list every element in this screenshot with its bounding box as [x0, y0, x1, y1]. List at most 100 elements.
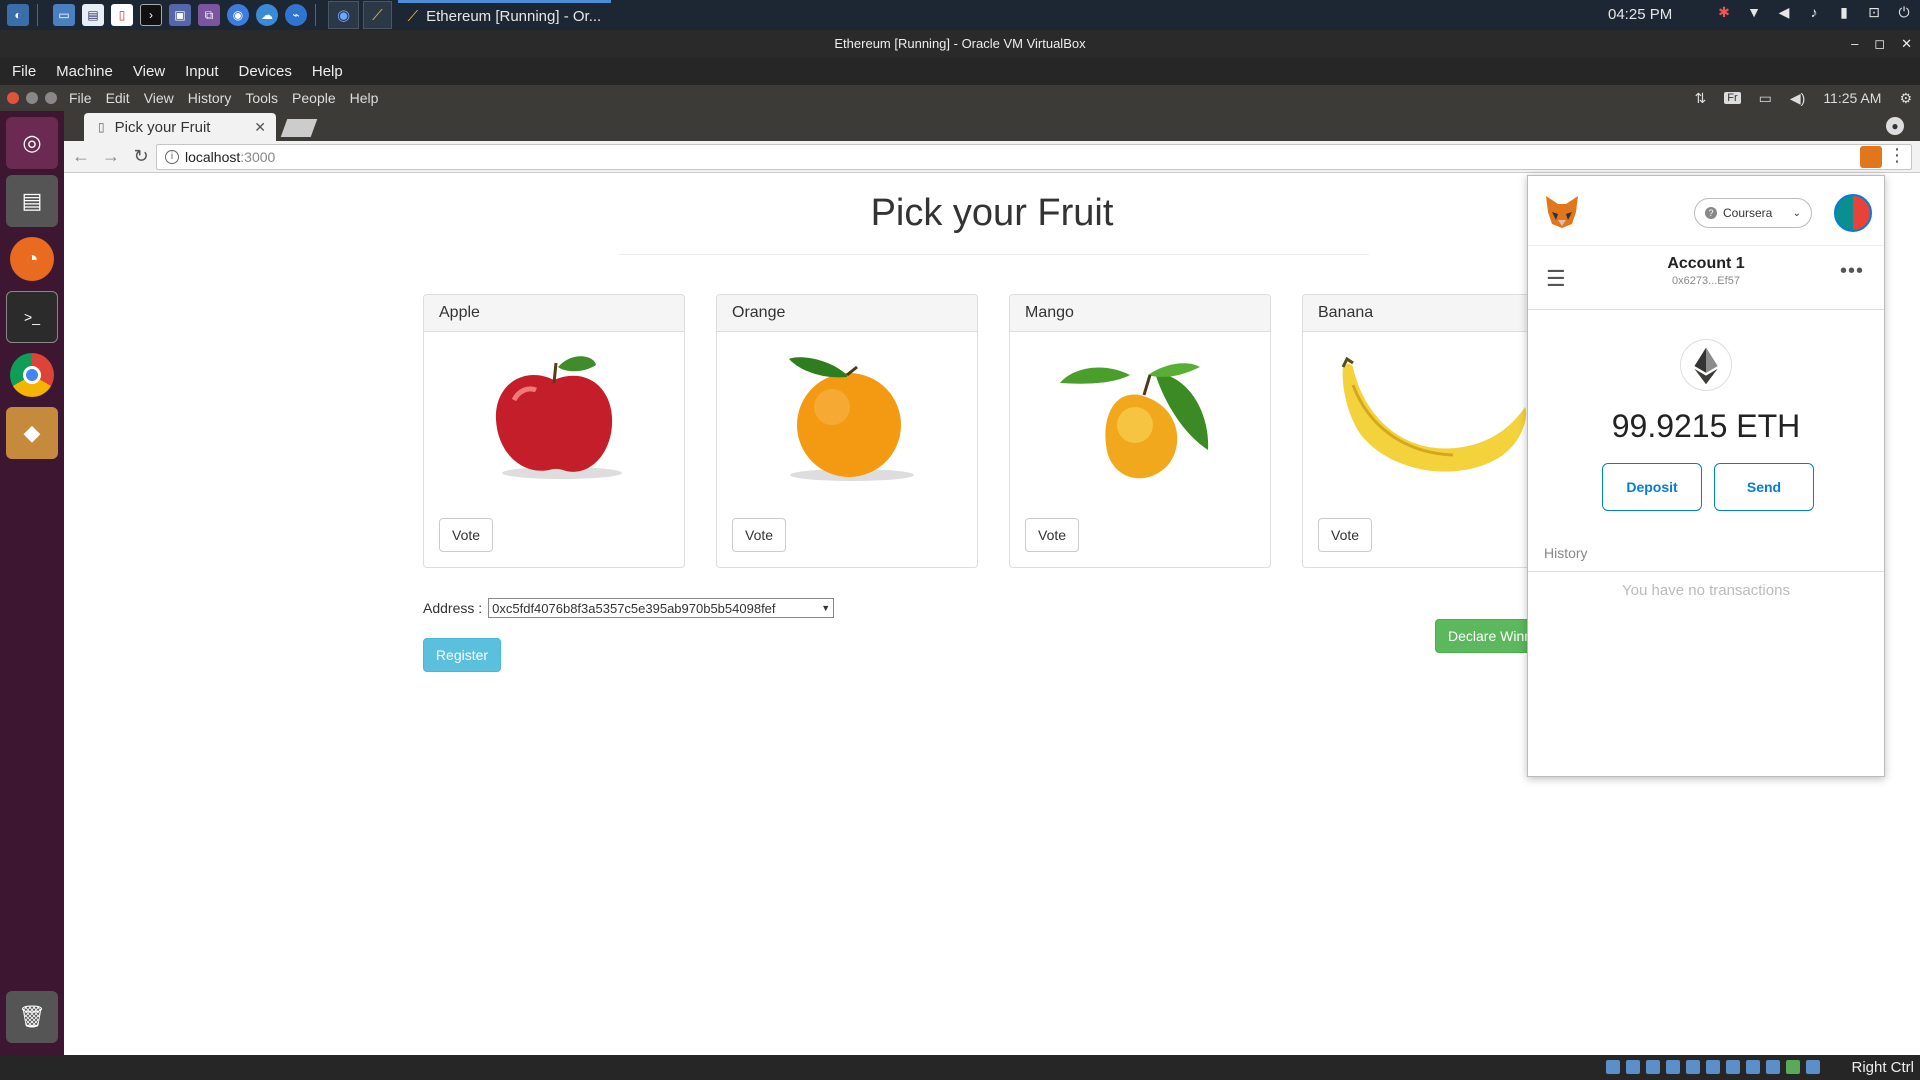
logout-icon[interactable]: ⏻: [1896, 4, 1912, 22]
volume-icon[interactable]: ◀: [1776, 4, 1792, 22]
ubuntu-dash-icon[interactable]: ◎: [6, 117, 58, 169]
ethereum-icon: [1680, 339, 1732, 391]
network-icon[interactable]: [1666, 1060, 1680, 1074]
host-clock[interactable]: 04:25 PM: [1608, 6, 1672, 23]
metamask-fox-icon: [1546, 196, 1578, 228]
keyboard-layout[interactable]: Fr: [1724, 92, 1741, 104]
guest-menu-edit[interactable]: Edit: [106, 90, 130, 106]
virtualbox-icon: ⟋: [372, 6, 383, 24]
menu-hamburger-icon[interactable]: ☰: [1546, 266, 1566, 292]
guest-clock[interactable]: 11:25 AM: [1823, 90, 1881, 106]
battery-icon[interactable]: ▮: [1836, 4, 1852, 22]
battery-icon[interactable]: ▭: [1759, 90, 1772, 107]
vbox-menu-input[interactable]: Input: [185, 63, 218, 80]
guest-menu-view[interactable]: View: [144, 90, 174, 106]
guest-menu-tools[interactable]: Tools: [245, 90, 278, 106]
vbox-menu-devices[interactable]: Devices: [239, 63, 292, 80]
optical-drive-icon[interactable]: [1626, 1060, 1640, 1074]
network-app-icon[interactable]: ⌁: [285, 4, 307, 26]
host-taskbar: ◐ ▭ ▤ ▯ › ▣ ⧉ ◉ ☁ ⌁ ◉ ⟋ ⟋ Ethereum [Runn…: [0, 0, 1920, 30]
start-menu-icon[interactable]: ◐: [7, 4, 29, 26]
cpu-icon[interactable]: [1766, 1060, 1780, 1074]
fruit-name: Apple: [424, 295, 684, 332]
guest-menu-help[interactable]: Help: [350, 90, 379, 106]
terminal-icon[interactable]: >_: [6, 291, 58, 343]
account-address[interactable]: 0x6273...Ef57: [1528, 275, 1884, 287]
minimize-icon[interactable]: –: [1851, 30, 1858, 58]
trash-icon[interactable]: 🗑: [6, 991, 58, 1043]
shared-folder-icon[interactable]: [1706, 1060, 1720, 1074]
guest-menu-file[interactable]: File: [69, 90, 92, 106]
send-button[interactable]: Send: [1714, 463, 1814, 511]
maximize-window-button[interactable]: [45, 92, 57, 104]
network-selector[interactable]: ? Coursera ⌄: [1694, 198, 1812, 228]
document-icon[interactable]: ▯: [111, 4, 133, 26]
site-info-icon[interactable]: i: [165, 150, 179, 164]
metamask-extension-icon[interactable]: [1860, 146, 1882, 168]
volume-icon[interactable]: ◀): [1790, 90, 1805, 107]
file-manager-icon[interactable]: ▤: [82, 4, 104, 26]
virtualbox-icon[interactable]: ◆: [6, 407, 58, 459]
guest-menu-history[interactable]: History: [188, 90, 232, 106]
eth-balance: 99.9215 ETH: [1611, 408, 1801, 444]
vote-button[interactable]: Vote: [1025, 518, 1080, 552]
address-bar[interactable]: i localhost:3000 ☆: [156, 144, 1912, 170]
firefox-icon[interactable]: ◔: [10, 237, 54, 281]
desktop-icon[interactable]: ▭: [53, 4, 75, 26]
back-arrow-icon[interactable]: ←: [68, 146, 94, 167]
chrome-icon[interactable]: [10, 353, 54, 397]
close-window-button[interactable]: [7, 92, 19, 104]
maximize-icon[interactable]: ◻: [1874, 30, 1885, 58]
guest-menu-people[interactable]: People: [292, 90, 336, 106]
profile-icon[interactable]: ●: [1886, 117, 1904, 135]
settings-gear-icon[interactable]: ⚙: [1899, 90, 1912, 107]
fruit-name: Mango: [1010, 295, 1270, 332]
hard-disk-icon[interactable]: [1606, 1060, 1620, 1074]
forward-arrow-icon[interactable]: →: [98, 146, 124, 167]
new-tab-button[interactable]: [280, 119, 318, 137]
vbox-status-icons: [1606, 1060, 1820, 1074]
browser-tab-strip: ▯ Pick your Fruit ✕ ●: [64, 111, 1920, 141]
account-avatar[interactable]: [1834, 194, 1872, 232]
active-task-virtualbox[interactable]: ⟋ Ethereum [Running] - Or...: [397, 0, 612, 30]
deposit-button[interactable]: Deposit: [1602, 463, 1702, 511]
network-transfer-icon[interactable]: ⇅: [1695, 90, 1707, 107]
video-capture-icon[interactable]: [1746, 1060, 1760, 1074]
address-select[interactable]: 0xc5fdf4076b8f3a5357c5e395ab970b5b54098f…: [488, 598, 835, 618]
more-options-icon[interactable]: •••: [1840, 260, 1864, 283]
mouse-integration-icon[interactable]: [1786, 1060, 1800, 1074]
vbox-menu-view[interactable]: View: [133, 63, 165, 80]
tab-pick-your-fruit[interactable]: ▯ Pick your Fruit ✕: [84, 113, 276, 141]
minimize-window-button[interactable]: [26, 92, 38, 104]
vbox-menu-machine[interactable]: Machine: [56, 63, 113, 80]
display-icon[interactable]: [1726, 1060, 1740, 1074]
fruit-name: Orange: [717, 295, 977, 332]
usb-icon[interactable]: [1686, 1060, 1700, 1074]
vbox-menu-file[interactable]: File: [12, 63, 36, 80]
vote-button[interactable]: Vote: [732, 518, 787, 552]
wifi-icon[interactable]: ▼: [1746, 4, 1762, 22]
terminal-icon[interactable]: ›: [140, 4, 162, 26]
virtualbox-task-button[interactable]: ⟋: [363, 1, 392, 29]
remote-desktop-icon[interactable]: ⧉: [198, 4, 220, 26]
fruit-card-orange: Orange Vote: [716, 294, 978, 568]
display-icon[interactable]: ▣: [169, 4, 191, 26]
keyboard-icon[interactable]: [1806, 1060, 1820, 1074]
notification-icon[interactable]: ♪: [1806, 4, 1822, 22]
vote-button[interactable]: Vote: [1318, 518, 1373, 552]
tab-close-icon[interactable]: ✕: [254, 119, 266, 136]
close-icon[interactable]: ✕: [1901, 30, 1912, 58]
vote-button[interactable]: Vote: [439, 518, 494, 552]
register-button[interactable]: Register: [423, 638, 501, 672]
files-icon[interactable]: ▤: [6, 175, 58, 227]
account-name[interactable]: Account 1: [1528, 255, 1884, 273]
browser-menu-icon[interactable]: ⋮: [1888, 145, 1906, 166]
lock-icon[interactable]: ⊡: [1866, 4, 1882, 22]
chrome-icon[interactable]: ◉: [227, 4, 249, 26]
audio-icon[interactable]: [1646, 1060, 1660, 1074]
vbox-menu-help[interactable]: Help: [312, 63, 343, 80]
cloud-icon[interactable]: ☁: [256, 4, 278, 26]
bluetooth-icon[interactable]: ✱: [1716, 4, 1732, 22]
reload-icon[interactable]: ↻: [128, 146, 154, 167]
chrome-task-button[interactable]: ◉: [328, 1, 360, 29]
